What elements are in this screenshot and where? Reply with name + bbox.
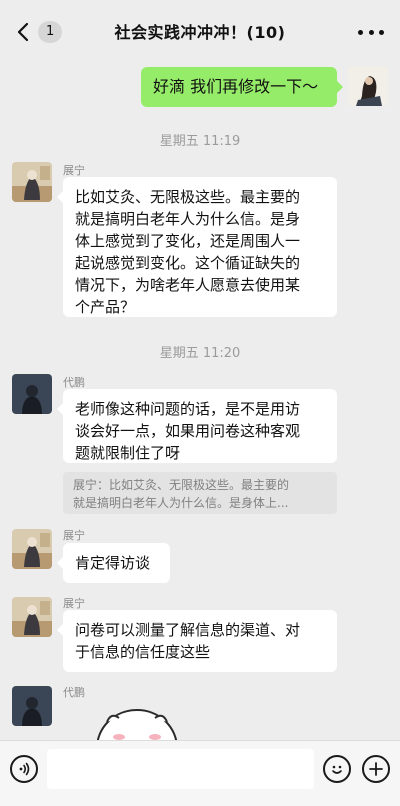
quote-line: 就是搞明白老年人为什么信。是身体上... [73, 496, 289, 510]
message-line: 比如艾灸、无限极这些。最主要的 [75, 188, 301, 206]
message-bubble[interactable]: 问卷可以测量了解信息的渠道、对 于信息的信任度这些 [57, 610, 337, 672]
sender-name: 代鹏 [63, 376, 85, 389]
message-bubble[interactable]: 老师像这种问题的话，是不是用访 谈会好一点，如果用问卷这种客观 题就限制住了呀 [57, 389, 337, 463]
chat-header: 1 社会实践冲冲冲！(10) [0, 0, 400, 64]
message-line: 情况下，为啥老年人愿意去使用某 [75, 276, 301, 294]
message-line: 起说感觉到变化。这个循证缺失的 [75, 254, 301, 272]
message-text: 肯定得访谈 [75, 554, 151, 572]
message-line: 谈会好一点，如果用问卷这种客观 [75, 422, 301, 440]
message-line: 个产品？ [75, 298, 136, 316]
message-line: 老师像这种问题的话，是不是用访 [75, 400, 301, 418]
avatar[interactable] [12, 374, 52, 414]
avatar[interactable] [12, 162, 52, 202]
message-input[interactable] [47, 749, 314, 789]
voice-icon[interactable] [10, 755, 38, 783]
message-bubble[interactable]: 比如艾灸、无限极这些。最主要的 就是搞明白老年人为什么信。是身 体上感觉到了变化… [57, 177, 337, 317]
quoted-reply[interactable]: 展宁：比如艾灸、无限极这些。最主要的 就是搞明白老年人为什么信。是身体上... [63, 472, 337, 514]
timestamp: 星期五 11:19 [159, 134, 241, 149]
message-bubble[interactable]: 肯定得访谈 [57, 543, 170, 583]
plus-icon[interactable] [362, 755, 390, 783]
avatar[interactable] [12, 529, 52, 569]
avatar[interactable] [12, 686, 52, 726]
message-line: 问卷可以测量了解信息的渠道、对 [75, 621, 301, 639]
message-line: 就是搞明白老年人为什么信。是身 [75, 210, 301, 228]
message-bubble-outgoing[interactable]: 好滴 我们再修改一下～ [141, 67, 343, 107]
chat-input-bar [0, 740, 400, 806]
sender-name: 展宁 [63, 164, 85, 177]
emoji-icon[interactable] [323, 755, 351, 783]
avatar[interactable] [12, 597, 52, 637]
sender-name: 代鹏 [63, 686, 85, 699]
message-line: 体上感觉到了变化，还是周围人一 [75, 232, 301, 250]
my-avatar[interactable] [348, 66, 388, 106]
message-text: 好滴 我们再修改一下～ [153, 77, 319, 96]
sticker-icon[interactable] [93, 704, 181, 742]
quote-line: 展宁：比如艾灸、无限极这些。最主要的 [73, 478, 290, 492]
timestamp: 星期五 11:20 [159, 346, 241, 361]
more-dots-icon[interactable] [358, 22, 384, 42]
sender-name: 展宁 [63, 597, 85, 610]
message-line: 于信息的信任度这些 [75, 643, 211, 661]
message-line: 题就限制住了呀 [75, 444, 181, 462]
chat-title: 社会实践冲冲冲！(10) [114, 23, 286, 42]
sender-name: 展宁 [63, 529, 85, 542]
